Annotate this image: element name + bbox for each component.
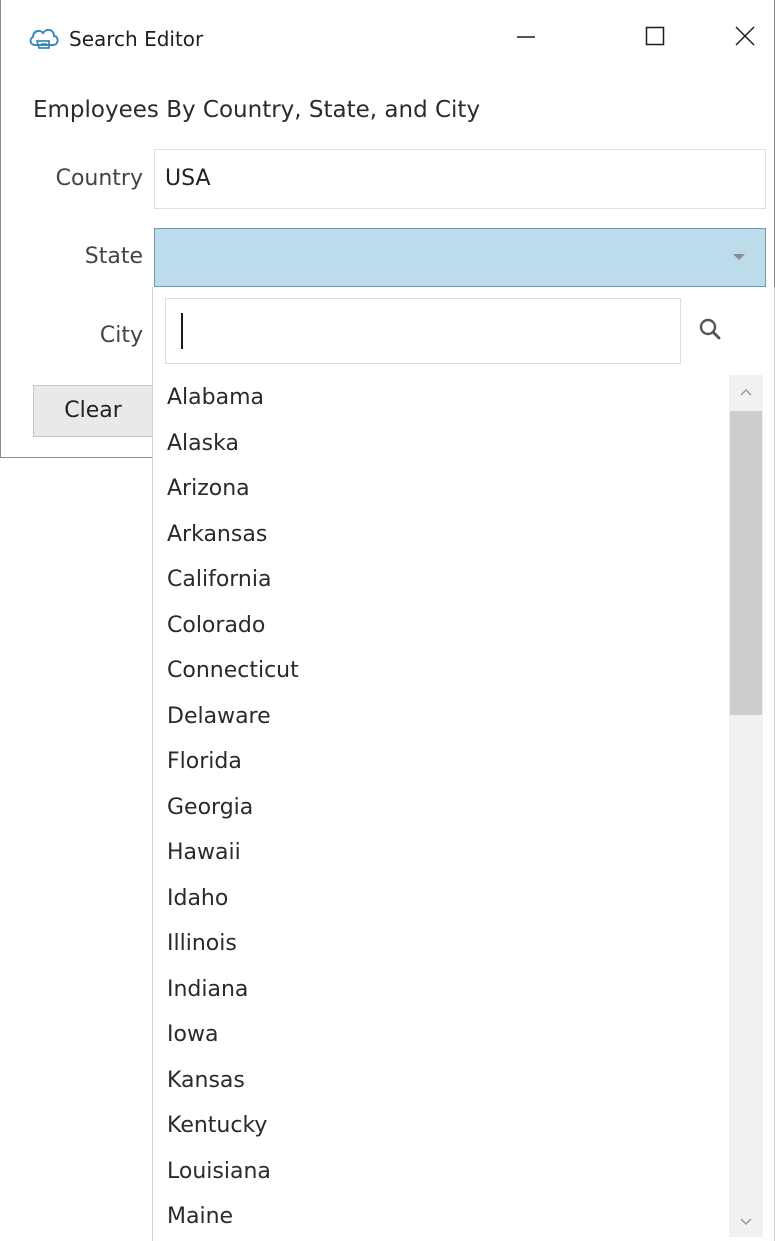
state-option[interactable]: Colorado — [153, 603, 730, 649]
state-option[interactable]: Georgia — [153, 785, 730, 831]
cloud-app-icon — [27, 25, 61, 53]
state-option[interactable]: Alaska — [153, 421, 730, 467]
state-options-list: Alabama Alaska Arizona Arkansas California Co… — [153, 375, 730, 1241]
maximize-button[interactable] — [630, 14, 680, 62]
state-label: State — [84, 244, 143, 269]
country-value: USA — [165, 166, 211, 191]
dropdown-scrollbar[interactable] — [729, 375, 763, 1237]
scroll-down-button[interactable] — [729, 1205, 763, 1237]
state-option[interactable]: Kentucky — [153, 1103, 730, 1149]
close-icon — [734, 25, 756, 51]
clear-button[interactable]: Clear — [33, 385, 153, 437]
state-option[interactable]: Kansas — [153, 1058, 730, 1104]
city-label: City — [99, 323, 143, 348]
state-dropdown-popup: Alabama Alaska Arizona Arkansas California Co… — [152, 287, 775, 1241]
maximize-icon — [644, 25, 666, 51]
country-label: Country — [55, 166, 143, 191]
text-cursor — [181, 313, 183, 349]
state-option[interactable]: California — [153, 557, 730, 603]
state-option[interactable]: Connecticut — [153, 648, 730, 694]
scroll-up-button[interactable] — [729, 375, 763, 407]
state-option[interactable]: Louisiana — [153, 1149, 730, 1195]
search-icon[interactable] — [696, 315, 726, 345]
state-option[interactable]: Alabama — [153, 375, 730, 421]
minimize-button[interactable] — [501, 14, 551, 62]
state-option[interactable]: Arizona — [153, 466, 730, 512]
state-combobox[interactable] — [154, 228, 766, 287]
country-field[interactable]: USA — [154, 149, 766, 209]
minimize-icon — [515, 25, 537, 51]
state-option[interactable]: Delaware — [153, 694, 730, 740]
form-heading: Employees By Country, State, and City — [33, 97, 481, 123]
chevron-down-icon — [739, 1212, 753, 1231]
state-search-input[interactable] — [165, 298, 681, 364]
state-option[interactable]: Arkansas — [153, 512, 730, 558]
state-option[interactable]: Maine — [153, 1194, 730, 1240]
state-option[interactable]: Indiana — [153, 967, 730, 1013]
state-option[interactable]: Idaho — [153, 876, 730, 922]
window-title: Search Editor — [69, 27, 204, 51]
chevron-down-icon[interactable] — [733, 254, 745, 260]
state-option[interactable]: Hawaii — [153, 830, 730, 876]
title-bar[interactable]: Search Editor — [1, 0, 775, 76]
scrollbar-thumb[interactable] — [730, 411, 762, 715]
state-option[interactable]: Florida — [153, 739, 730, 785]
state-option[interactable]: Iowa — [153, 1012, 730, 1058]
close-button[interactable] — [720, 14, 770, 62]
chevron-up-icon — [739, 382, 753, 401]
state-option[interactable]: Illinois — [153, 921, 730, 967]
